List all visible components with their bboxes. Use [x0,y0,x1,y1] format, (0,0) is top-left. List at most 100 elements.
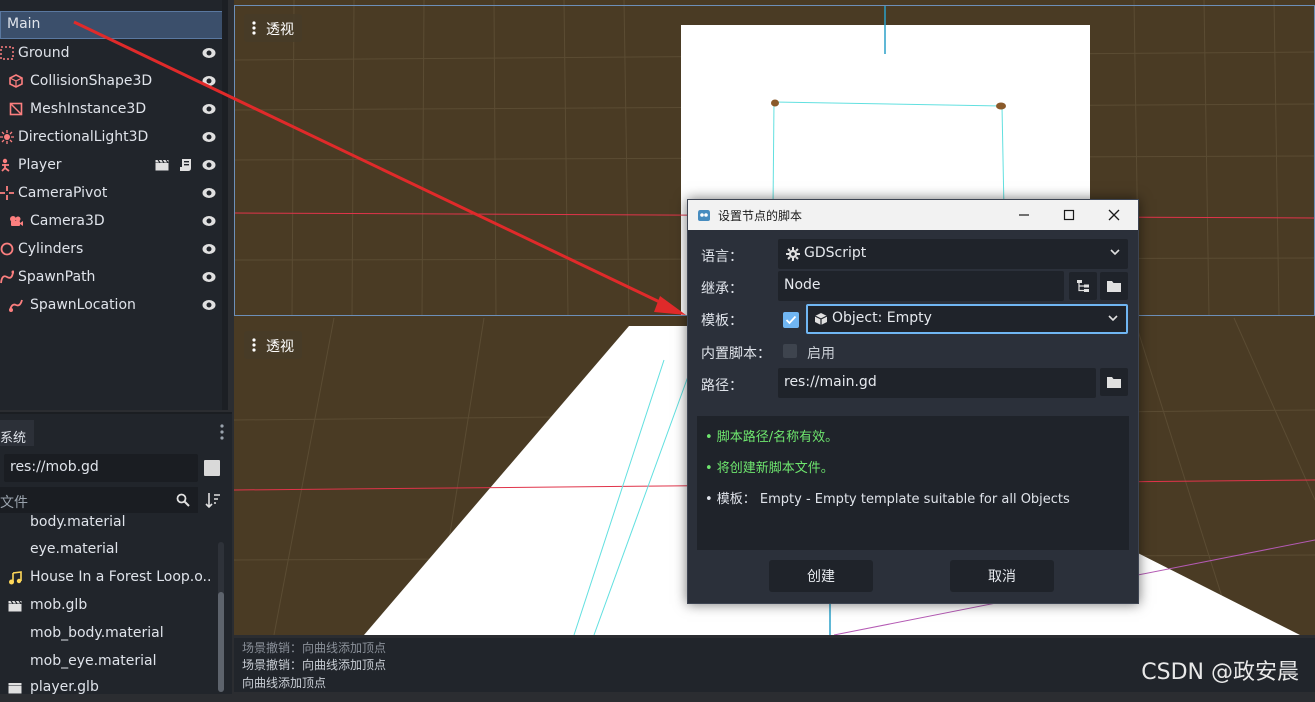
create-button[interactable]: 创建 [769,560,873,592]
tree-node-collisionshape3d[interactable]: CollisionShape3D [0,67,222,95]
visibility-eye-icon[interactable] [202,131,216,143]
checkmark-icon [785,315,797,325]
visibility-eye-icon[interactable] [202,215,216,227]
tree-node-label: DirectionalLight3D [18,129,149,145]
filesystem-path-field[interactable]: res://mob.gd [4,454,198,482]
cancel-button[interactable]: 取消 [950,560,1054,592]
cylinder-icon [0,242,14,256]
tree-node-camera3d[interactable]: Camera3D [0,207,222,235]
tree-node-meshinstance3d[interactable]: MeshInstance3D [0,95,222,123]
mesh-instance-icon [9,102,23,116]
file-item[interactable]: eye.material [0,536,216,564]
watermark: CSDN @政安晨 [1141,660,1299,685]
file-item[interactable]: House In a Forest Loop.o... [0,564,216,592]
clapperboard-icon[interactable] [155,159,169,171]
dialog-title: 设置节点的脚本 [718,209,803,223]
visibility-eye-icon[interactable] [202,187,216,199]
browse-file-button[interactable] [1100,272,1128,300]
file-item[interactable]: mob_body.material [0,620,216,648]
maximize-icon[interactable] [1061,207,1077,223]
tree-node-player[interactable]: Player [0,151,222,179]
filesystem-scrollbar-thumb[interactable] [218,592,224,692]
split-mode-button[interactable] [204,460,220,476]
tree-node-main[interactable]: Main [0,11,224,39]
browse-path-button[interactable] [1100,368,1128,396]
collision-shape-icon [9,74,23,88]
visibility-eye-icon[interactable] [202,103,216,115]
file-label: eye.material [30,541,119,557]
visibility-eye-icon[interactable] [202,271,216,283]
template-checkbox[interactable] [783,312,799,328]
class-tree-icon [1077,280,1089,292]
tree-node-label: Ground [18,45,70,61]
minimize-icon[interactable] [1016,207,1032,223]
language-select[interactable]: GDScript [778,239,1128,269]
tree-node-ground[interactable]: Ground [0,39,222,67]
pivot-icon [0,186,14,200]
template-value: Object: Empty [832,310,932,326]
viewport-mode-label: 透视 [266,22,294,38]
builtin-script-label: 内置脚本： [701,346,771,362]
file-item[interactable]: body.material [0,509,216,537]
tree-node-spawnpath[interactable]: SpawnPath [0,263,222,291]
sort-icon[interactable] [205,492,221,508]
tree-node-spawnlocation[interactable]: SpawnLocation [0,291,222,319]
browse-class-button[interactable] [1069,272,1097,300]
dialog-titlebar[interactable]: 设置节点的脚本 [688,200,1138,230]
viewport-bottom-menu[interactable]: 透视 [244,331,302,359]
inherits-input[interactable]: Node [778,271,1064,301]
validation-message: • 将创建新脚本文件。 [705,461,834,476]
tree-node-directionallight3d[interactable]: DirectionalLight3D [0,123,222,151]
godot-logo-icon [698,210,710,221]
file-label: body.material [30,514,126,530]
path-label: 路径： [701,378,743,394]
scene-icon [8,683,22,694]
file-item[interactable]: player.glb [0,674,216,702]
chevron-down-icon [1110,249,1120,255]
tree-node-label: CollisionShape3D [30,73,153,89]
tree-scrollbar[interactable] [222,0,228,410]
kebab-menu-icon [252,338,256,352]
path-input[interactable]: res://main.gd [778,368,1096,398]
visibility-eye-icon[interactable] [202,47,216,59]
light-icon [0,130,14,144]
tree-node-cylinders[interactable]: Cylinders [0,235,222,263]
search-icon [176,493,190,507]
path-follow-icon [9,299,23,312]
log-line: 向曲线添加顶点 [242,676,327,690]
close-icon[interactable] [1106,207,1122,223]
viewport-top-menu[interactable]: 透视 [244,14,302,42]
filesystem-tab[interactable]: 系统 [0,420,34,446]
scene-icon [8,600,22,612]
file-label: House In a Forest Loop.o... [30,569,210,585]
tree-node-label: Main [7,16,41,32]
file-item[interactable]: mob.glb [0,592,216,620]
tree-node-label: SpawnPath [18,269,96,285]
file-item[interactable]: mob_eye.material [0,648,216,676]
builtin-script-option: 启用 [807,346,835,362]
folder-icon [1107,377,1121,388]
tree-node-label: Cylinders [18,241,84,257]
tree-node-camerapivot[interactable]: CameraPivot [0,179,222,207]
gear-icon [786,247,800,261]
validation-message: • 模板： Empty - Empty template suitable fo… [705,492,1070,507]
visibility-eye-icon[interactable] [202,299,216,311]
log-line: 场景撤销：向曲线添加顶点 [242,641,387,655]
script-icon[interactable] [179,158,192,172]
dock-menu-icon[interactable] [217,422,227,442]
language-value: GDScript [804,245,867,261]
audio-icon [9,571,22,585]
file-label: player.glb [30,679,99,695]
log-line: 场景撤销：向曲线添加顶点 [242,658,387,672]
visibility-eye-icon[interactable] [202,243,216,255]
visibility-eye-icon[interactable] [202,75,216,87]
node3d-icon [0,46,14,60]
visibility-eye-icon[interactable] [202,159,216,171]
file-label: mob_body.material [30,625,164,641]
builtin-script-checkbox[interactable] [783,344,797,358]
file-label: mob_eye.material [30,653,157,669]
template-label: 模板： [701,313,743,329]
validation-messages: • 脚本路径/名称有效。 • 将创建新脚本文件。 • 模板： Empty - E… [697,416,1129,550]
filesystem-dock: 系统 res://mob.gd 文件 body.material eye.mat… [0,412,232,695]
template-select[interactable]: Object: Empty [806,304,1128,334]
